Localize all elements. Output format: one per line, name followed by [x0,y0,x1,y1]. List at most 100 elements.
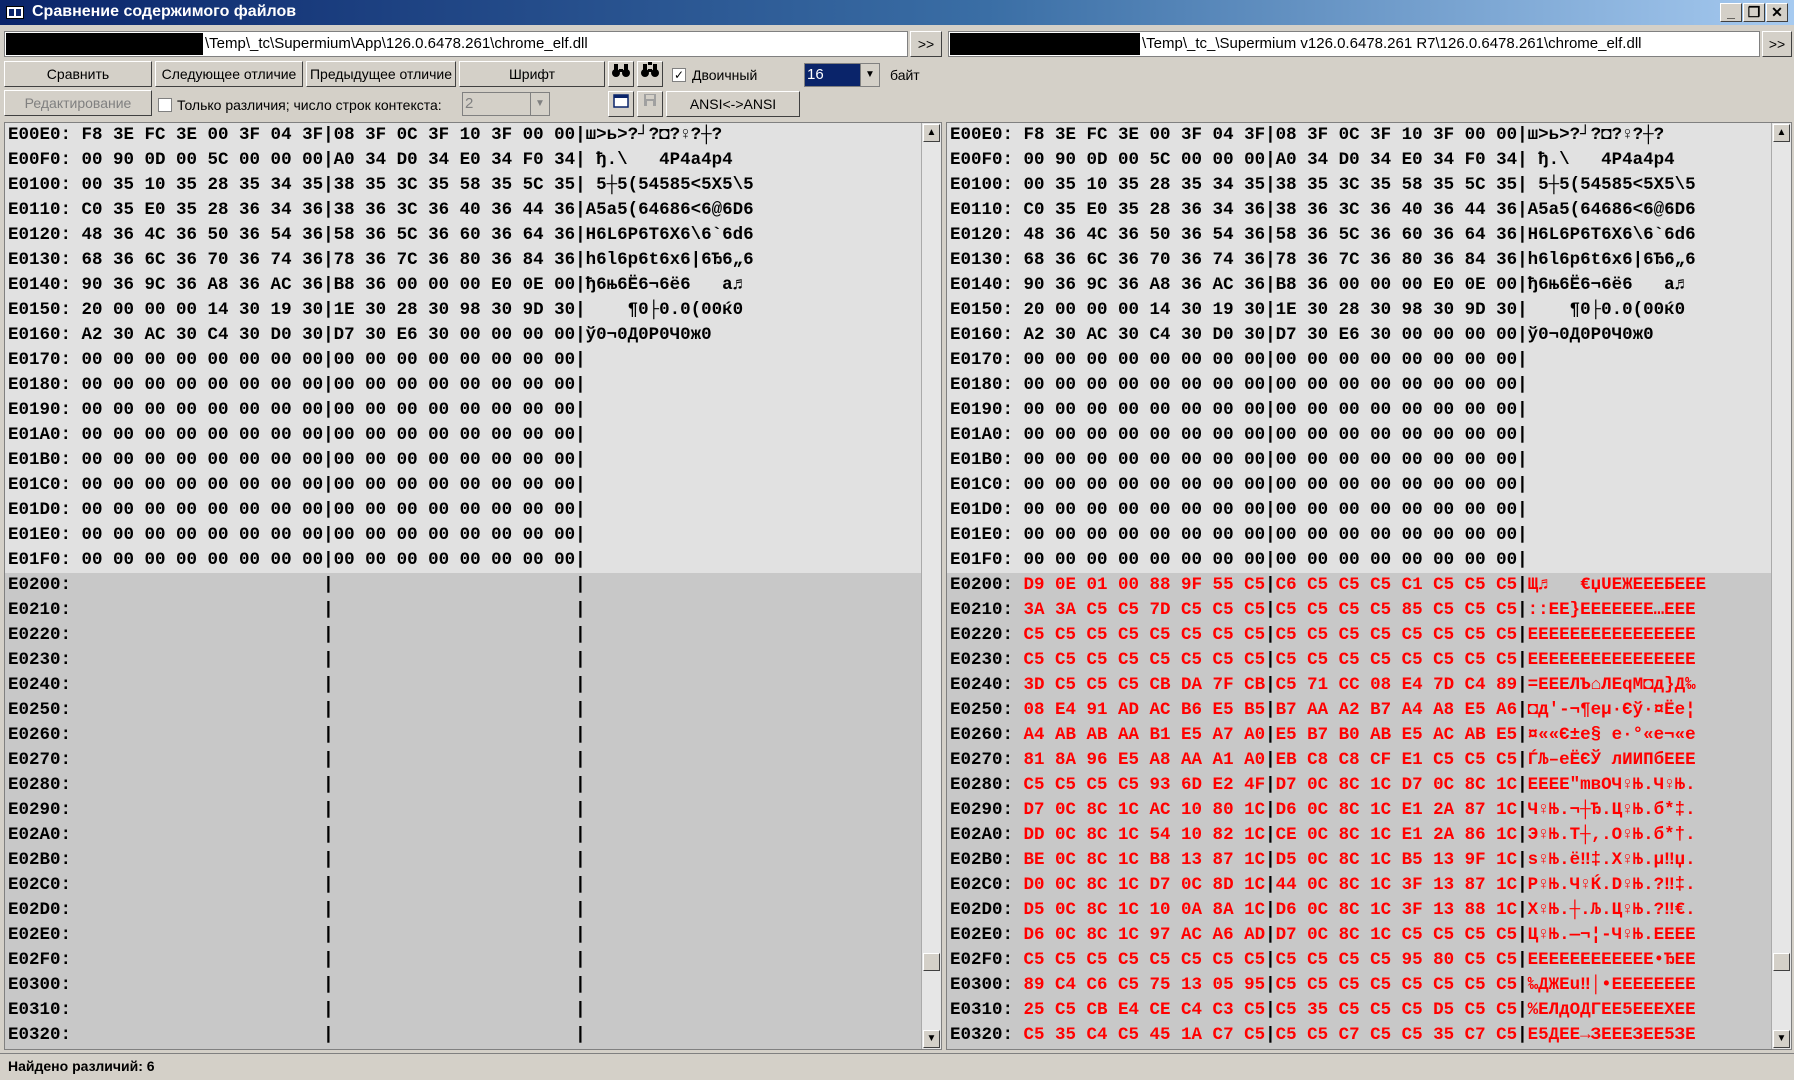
row-address: E0280: [950,775,1014,795]
bytes-per-row-select[interactable]: 16 ▼ [804,63,880,87]
row-separator: | [575,975,586,995]
row-address: E0170: [950,350,1014,370]
hex-row: E01A0: 00 00 00 00 00 00 00 00|00 00 00 … [947,423,1774,448]
row-address: E0160: [8,325,72,345]
row-separator: | [1517,550,1528,570]
right-hex-pane[interactable]: E00E0: F8 3E FC 3E 00 3F 04 3F | 08 3F 0C … [946,122,1792,1050]
chevron-down-icon[interactable]: ▼ [530,93,549,115]
left-hex-pane[interactable]: E00E0: F8 3E FC 3E 00 3F 04 3F|08 3F 0C … [4,122,942,1050]
row-hex-left: A2 30 AC 30 C4 30 D0 30 [1023,325,1266,345]
chevron-down-icon[interactable]: ▼ [860,64,879,86]
row-text: A5a5(64686<6@6D6 [585,200,754,220]
compare-button[interactable]: Сравнить [4,61,152,87]
hex-row: E0210: | | [5,598,924,623]
hex-row: E0170: 00 00 00 00 00 00 00 00|00 00 00 … [947,348,1774,373]
row-hex-right [334,675,576,695]
row-separator: | [1265,725,1276,745]
row-separator: | [1265,475,1276,495]
row-separator: | [323,375,334,395]
row-hex-right [334,850,576,870]
scroll-up-icon[interactable]: ▲ [1773,124,1790,142]
binary-checkbox[interactable]: ✓ [672,68,686,82]
find-button[interactable] [608,61,634,87]
find-next-button[interactable] [637,61,663,87]
ansi-button[interactable]: ANSI<->ANSI [666,91,800,117]
restore-button[interactable]: ❐ [1743,3,1765,22]
row-address: E0240: [950,675,1014,695]
row-hex-right: D7 0C 8C 1C D7 0C 8C 1C [1275,775,1518,795]
row-address: E0270: [950,750,1014,770]
prev-diff-button[interactable]: Предыдущее отличие [306,61,456,87]
close-button[interactable]: ✕ [1766,3,1788,22]
copy-block-button[interactable] [608,91,634,117]
row-separator: | [323,225,334,245]
hex-row: E0200: | | [5,573,924,598]
row-address: E0220: [950,625,1014,645]
row-hex-left [82,600,324,620]
row-text: ¤««Є±е§ е·°«е¬«е [1527,725,1696,745]
row-hex-right: 1E 30 28 30 98 30 9D 30 [1275,300,1518,320]
row-separator: | [1265,900,1276,920]
context-lines-select[interactable]: 2 ▼ [462,92,550,116]
row-address: E00F0: [950,150,1014,170]
row-hex-right: 58 36 5C 36 60 36 64 36 [1275,225,1518,245]
row-separator: | [1517,700,1528,720]
row-hex-right: 00 00 00 00 00 00 00 00 [1275,350,1518,370]
hex-row: E0190: 00 00 00 00 00 00 00 00|00 00 00 … [5,398,924,423]
left-file-path[interactable]: \Temp\_tc\Supermium\App\126.0.6478.261\c… [4,31,908,57]
row-separator: | [1517,150,1528,170]
row-hex-left: F8 3E FC 3E 00 3F 04 3F [1023,125,1266,145]
row-address: E0280: [8,775,72,795]
row-address: E0320: [8,1025,72,1045]
left-scroll-thumb[interactable] [923,953,940,971]
left-hex-view: E00E0: F8 3E FC 3E 00 3F 04 3F|08 3F 0C … [5,123,924,1048]
hex-row: E0120: 48 36 4C 36 50 36 54 36|58 36 5C … [5,223,924,248]
row-separator: | [1265,525,1276,545]
row-hex-left: 00 00 00 00 00 00 00 00 [1023,525,1266,545]
row-address: E02A0: [8,825,72,845]
right-hex-view: E00E0: F8 3E FC 3E 00 3F 04 3F | 08 3F 0C … [947,123,1774,1048]
row-address: E0260: [950,725,1014,745]
row-text: A5a5(64686<6@6D6 [1527,200,1696,220]
left-browse-button[interactable]: >> [910,31,942,57]
row-hex-left: 48 36 4C 36 50 36 54 36 [81,225,324,245]
scroll-down-icon[interactable]: ▼ [1773,1030,1790,1048]
hex-row: E02D0: | | [5,898,924,923]
right-file-path[interactable]: \Temp\_tc_\Supermium v126.0.6478.261 R7\… [948,31,1760,57]
row-address: E0240: [8,675,72,695]
row-hex-left [82,800,324,820]
row-hex-right: 1E 30 28 30 98 30 9D 30 [333,300,576,320]
left-scrollbar[interactable]: ▲ ▼ [921,123,941,1049]
row-text: 5┼5(54585<5X5\5 [585,175,754,195]
row-separator: | [1517,375,1528,395]
minimize-button[interactable]: _ [1720,3,1742,22]
row-separator: | [323,625,334,645]
right-browse-button[interactable]: >> [1762,31,1792,57]
row-separator: | [323,300,334,320]
row-address: E0290: [950,800,1014,820]
right-scrollbar[interactable]: ▲ ▼ [1771,123,1791,1049]
row-separator: | [1265,200,1276,220]
hex-row: E02C0: D0 0C 8C 1C D7 0C 8D 1C|44 0C 8C … [947,873,1774,898]
only-diffs-checkbox[interactable] [158,98,172,112]
row-hex-right [334,650,576,670]
right-scroll-thumb[interactable] [1773,953,1790,971]
redacted-block [950,33,1140,55]
row-hex-left: 90 36 9C 36 A8 36 AC 36 [81,275,324,295]
next-diff-button[interactable]: Следующее отличие [155,61,303,87]
save-button[interactable] [637,91,663,117]
row-separator: | [1265,625,1276,645]
scroll-down-icon[interactable]: ▼ [923,1030,940,1048]
font-button[interactable]: Шрифт [459,61,605,87]
row-hex-right: D6 0C 8C 1C 3F 13 88 1C [1275,900,1518,920]
scroll-up-icon[interactable]: ▲ [923,124,940,142]
row-separator: | [323,975,334,995]
edit-button[interactable]: Редактирование [4,90,152,116]
row-text: ђ.\ 4P4a4p4 [1527,150,1675,170]
row-separator: | [575,400,586,420]
row-separator: | [1517,900,1528,920]
row-separator: | [575,425,586,445]
row-hex-left [82,1025,324,1045]
row-address: E02C0: [950,875,1014,895]
row-hex-left [82,1000,324,1020]
